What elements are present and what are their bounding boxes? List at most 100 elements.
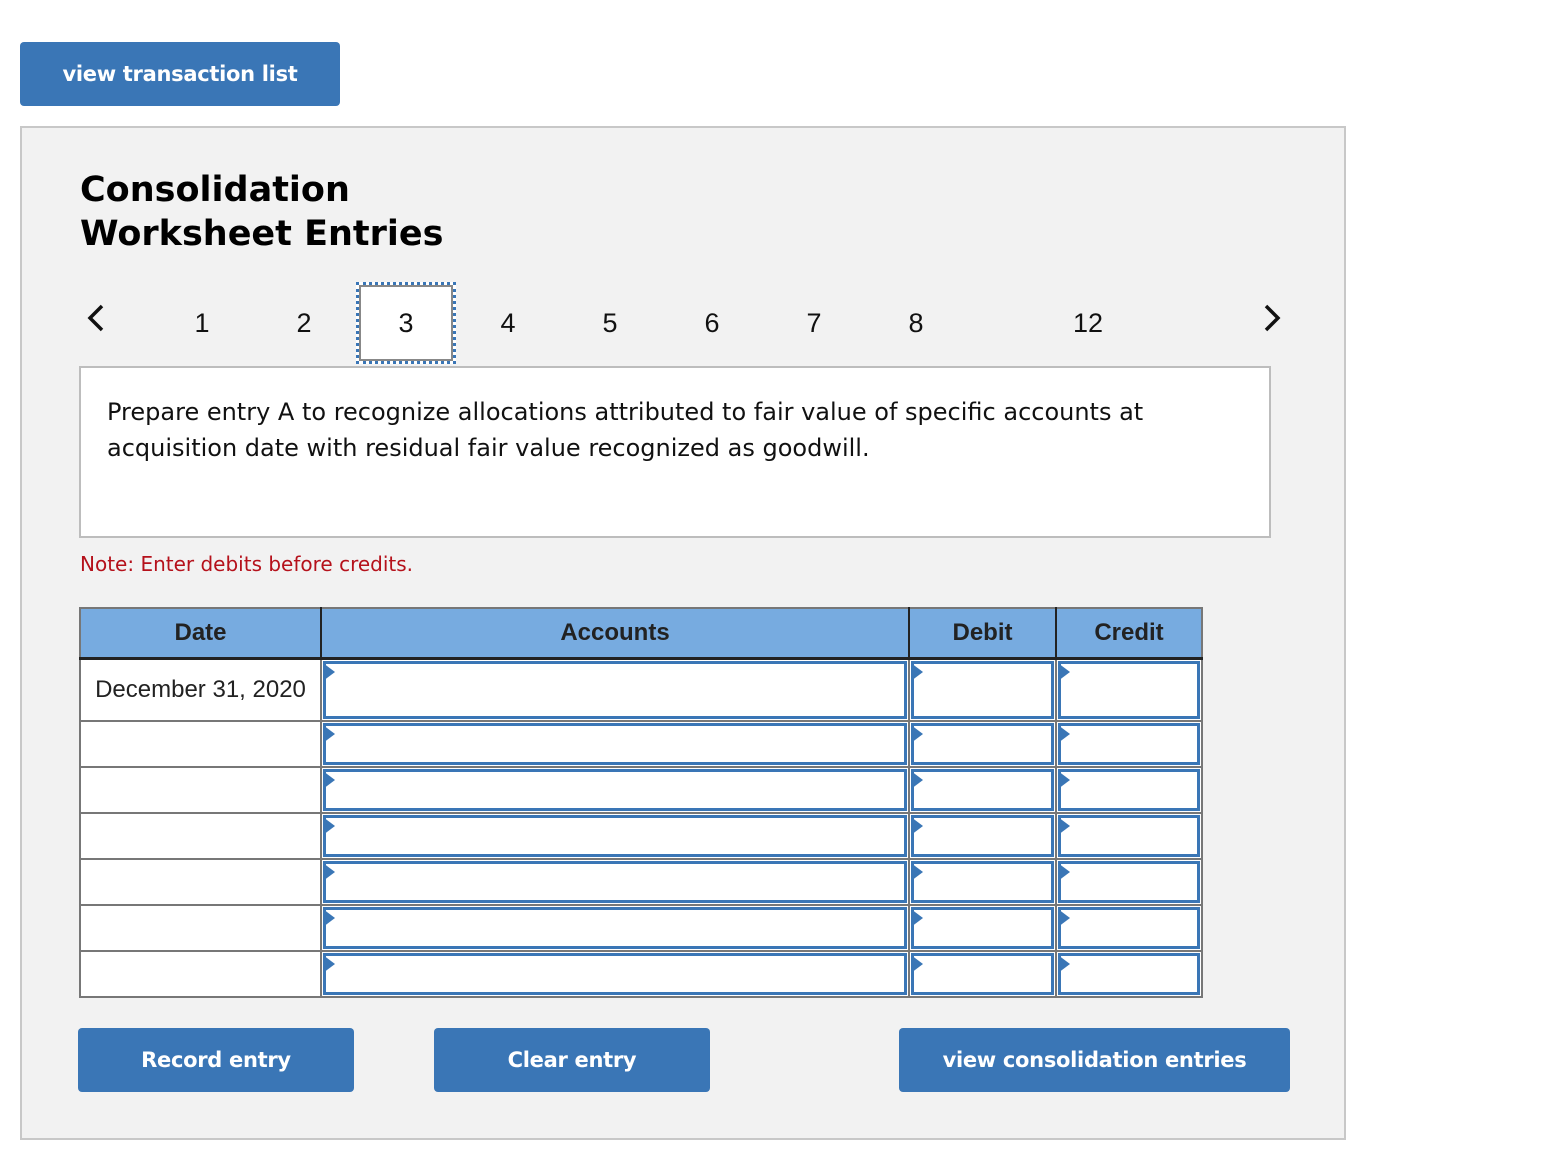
debit-input-box[interactable]: [911, 814, 1054, 857]
account-cell: [320, 811, 910, 860]
debit-input[interactable]: [914, 909, 1051, 946]
credit-input-box[interactable]: [1058, 661, 1200, 719]
debit-input-box[interactable]: [911, 722, 1054, 765]
page-tab-12[interactable]: 12: [1038, 282, 1138, 364]
credit-cell: [1055, 903, 1203, 952]
record-entry-button[interactable]: Record entry: [78, 1028, 354, 1092]
credit-input-box[interactable]: [1058, 768, 1200, 811]
account-input-box[interactable]: [323, 952, 907, 995]
date-cell: [79, 719, 322, 768]
view-consolidation-entries-button[interactable]: view consolidation entries: [899, 1028, 1290, 1092]
account-input-box[interactable]: [323, 768, 907, 811]
field-marker-icon: [911, 770, 923, 789]
column-header-debit: Debit: [908, 608, 1056, 660]
credit-input[interactable]: [1061, 664, 1197, 716]
page-tab-6[interactable]: 6: [662, 282, 762, 364]
date-cell: December 31, 2020: [79, 657, 322, 722]
account-input[interactable]: [326, 817, 904, 854]
account-cell: [320, 765, 910, 814]
credit-input[interactable]: [1061, 725, 1197, 762]
page-tab-5[interactable]: 5: [560, 282, 660, 364]
credit-input[interactable]: [1061, 909, 1197, 946]
page-tab-7[interactable]: 7: [764, 282, 864, 364]
debit-input-box[interactable]: [911, 768, 1054, 811]
page-tab-3[interactable]: 3: [356, 282, 456, 364]
prev-page-button[interactable]: [82, 298, 112, 338]
page-tab-2[interactable]: 2: [254, 282, 354, 364]
account-input-box[interactable]: [323, 860, 907, 903]
debit-input-box[interactable]: [911, 952, 1054, 995]
field-marker-icon: [911, 954, 923, 973]
credit-input-box[interactable]: [1058, 952, 1200, 995]
column-header-accounts: Accounts: [320, 608, 909, 660]
account-input[interactable]: [326, 771, 904, 808]
clear-entry-button[interactable]: Clear entry: [434, 1028, 710, 1092]
account-input[interactable]: [326, 955, 904, 992]
field-marker-icon: [1058, 816, 1070, 835]
debit-input[interactable]: [914, 664, 1051, 716]
chevron-right-icon: [1264, 304, 1281, 332]
debit-input[interactable]: [914, 725, 1051, 762]
next-page-button[interactable]: [1256, 298, 1286, 338]
debit-input[interactable]: [914, 817, 1051, 854]
field-marker-icon: [911, 862, 923, 881]
credit-input-box[interactable]: [1058, 814, 1200, 857]
page-title: Consolidation Worksheet Entries: [80, 168, 443, 256]
page-tab-1[interactable]: 1: [152, 282, 252, 364]
entry-pager: 1 2 3 4 5 6 7 8 12: [22, 278, 1344, 368]
credit-cell: [1055, 949, 1203, 998]
title-line-2: Worksheet Entries: [80, 214, 444, 254]
debit-input-box[interactable]: [911, 906, 1054, 949]
date-cell: [79, 903, 322, 952]
journal-entry-table: Date Accounts Debit Credit December 31, …: [79, 607, 1203, 998]
debit-input-box[interactable]: [911, 661, 1054, 719]
account-input[interactable]: [326, 863, 904, 900]
field-marker-icon: [323, 770, 335, 789]
table-row: [79, 811, 1203, 860]
debit-input[interactable]: [914, 771, 1051, 808]
credit-input[interactable]: [1061, 955, 1197, 992]
account-input[interactable]: [326, 664, 904, 716]
debit-input[interactable]: [914, 863, 1051, 900]
page-tab-8[interactable]: 8: [866, 282, 966, 364]
account-input-box[interactable]: [323, 906, 907, 949]
debit-cell: [908, 657, 1057, 722]
debit-cell: [908, 949, 1057, 998]
table-row: [79, 949, 1203, 998]
account-cell: [320, 949, 910, 998]
date-cell: [79, 765, 322, 814]
field-marker-icon: [911, 908, 923, 927]
credit-input-box[interactable]: [1058, 906, 1200, 949]
credit-input[interactable]: [1061, 817, 1197, 854]
credit-cell: [1055, 657, 1203, 722]
table-row: [79, 765, 1203, 814]
date-cell: [79, 949, 322, 998]
date-cell: [79, 811, 322, 860]
chevron-left-icon: [87, 304, 104, 332]
field-marker-icon: [323, 862, 335, 881]
debit-credit-note: Note: Enter debits before credits.: [80, 552, 414, 576]
account-input-box[interactable]: [323, 814, 907, 857]
page-tab-4[interactable]: 4: [458, 282, 558, 364]
credit-input-box[interactable]: [1058, 860, 1200, 903]
field-marker-icon: [1058, 663, 1070, 681]
column-header-credit: Credit: [1055, 608, 1202, 660]
table-header-row: Date Accounts Debit Credit: [80, 608, 1202, 660]
credit-input-box[interactable]: [1058, 722, 1200, 765]
account-input-box[interactable]: [323, 661, 907, 719]
field-marker-icon: [1058, 862, 1070, 881]
entry-instructions: Prepare entry A to recognize allocations…: [79, 366, 1271, 538]
account-input-box[interactable]: [323, 722, 907, 765]
field-marker-icon: [1058, 770, 1070, 789]
credit-input[interactable]: [1061, 863, 1197, 900]
credit-input[interactable]: [1061, 771, 1197, 808]
debit-input[interactable]: [914, 955, 1051, 992]
view-transaction-list-button[interactable]: view transaction list: [20, 42, 340, 106]
debit-input-box[interactable]: [911, 860, 1054, 903]
account-input[interactable]: [326, 725, 904, 762]
account-input[interactable]: [326, 909, 904, 946]
account-cell: [320, 903, 910, 952]
field-marker-icon: [323, 816, 335, 835]
table-row: December 31, 2020: [79, 657, 1203, 722]
account-cell: [320, 857, 910, 906]
